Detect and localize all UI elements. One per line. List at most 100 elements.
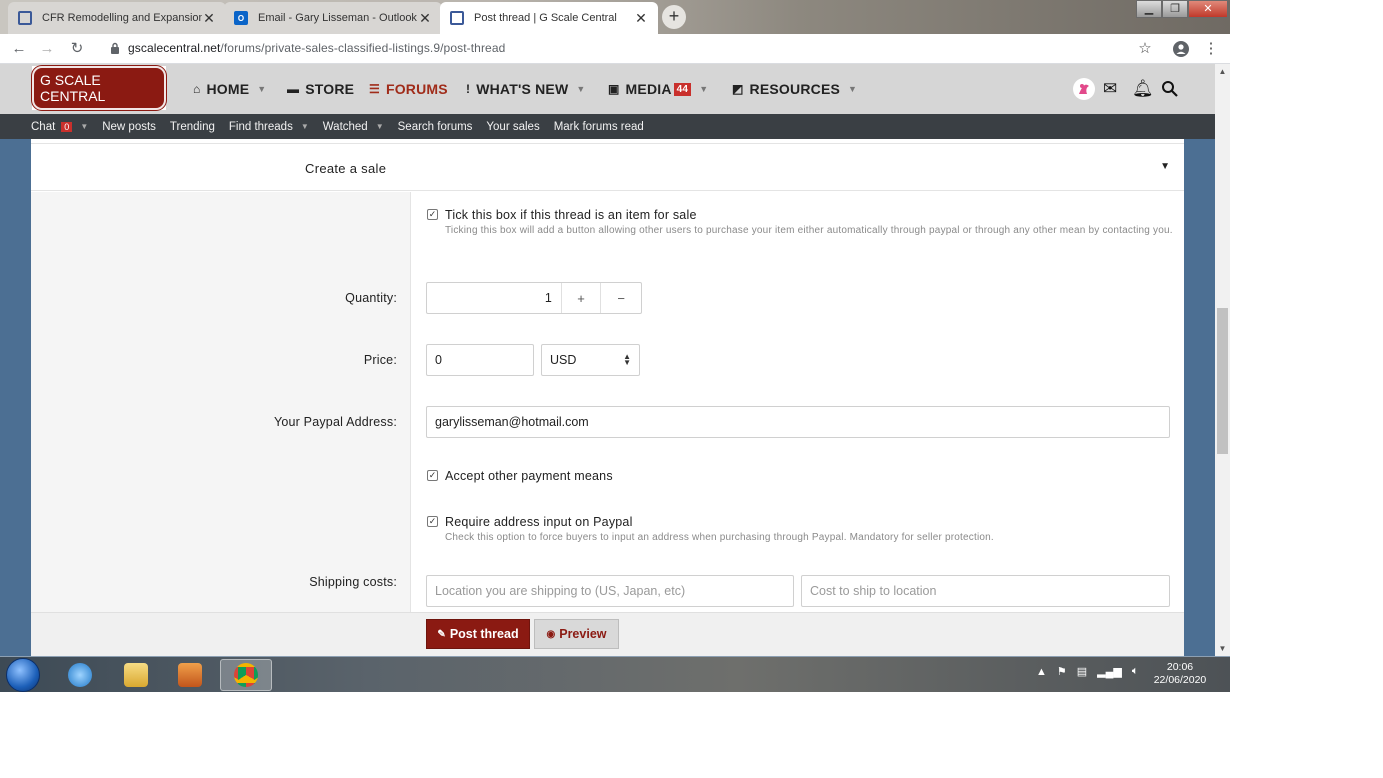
forum-comments-icon: ☰ <box>369 82 380 96</box>
tab-title: CFR Remodelling and Expansion <box>42 12 202 24</box>
network-adapter-icon[interactable]: ▤ <box>1077 665 1087 678</box>
quantity-input[interactable]: 1 <box>427 283 562 313</box>
envelope-icon[interactable]: ✉ <box>1103 79 1117 99</box>
nav-resources[interactable]: ◩ RESOURCES ▼ <box>732 81 857 97</box>
create-sale-section-header[interactable]: Create a sale ▼ <box>31 143 1184 191</box>
currency-select[interactable]: USD ▲ ▼ <box>541 344 640 376</box>
nav-media[interactable]: ▣ MEDIA 44 ▼ <box>608 81 708 97</box>
outlook-icon: O <box>234 11 248 25</box>
require-address-hint: Check this option to force buyers to inp… <box>445 532 994 543</box>
browser-toolbar: ← → ↻ gscalecentral.net/forums/private-s… <box>0 34 1230 64</box>
for-sale-label: Tick this box if this thread is an item … <box>445 208 697 222</box>
price-input[interactable]: 0 <box>426 344 534 376</box>
subnav-mark-forums-read[interactable]: Mark forums read <box>554 121 644 133</box>
chevron-down-icon: ▼ <box>257 84 267 94</box>
window-close-button[interactable]: ✕ <box>1188 0 1228 18</box>
post-thread-button[interactable]: ✎ Post thread <box>426 619 530 649</box>
shipping-location-input[interactable]: Location you are shipping to (US, Japan,… <box>426 575 794 607</box>
chat-count-badge: 0 <box>61 121 73 132</box>
system-tray: ▲ ⚑ ▤ ▂▄▆ 🔈︎ <box>1036 665 1139 678</box>
media-player-icon <box>178 663 202 687</box>
folder-icon: ▬ <box>287 82 300 96</box>
taskbar-internet-explorer[interactable] <box>54 659 106 691</box>
require-address-checkbox[interactable]: ✓ <box>427 516 438 527</box>
chevron-down-icon: ▼ <box>699 84 709 94</box>
image-icon: ▣ <box>608 82 620 96</box>
subnav-watched[interactable]: Watched ▼ <box>323 121 384 133</box>
sub-navigation: Chat 0 ▼ New posts Trending Find threads ▼ … <box>0 114 1215 139</box>
forward-arrow-icon[interactable]: → <box>38 40 56 58</box>
chrome-icon <box>234 663 258 687</box>
url-field[interactable]: gscalecentral.net/forums/private-sales-c… <box>128 41 505 55</box>
nav-store[interactable]: ▬ STORE <box>287 81 354 97</box>
taskbar-chrome[interactable] <box>220 659 272 691</box>
user-avatar[interactable] <box>1073 78 1095 100</box>
scrollbar-thumb[interactable] <box>1217 308 1228 454</box>
nav-home[interactable]: ⌂ HOME ▼ <box>193 81 266 97</box>
back-arrow-icon[interactable]: ← <box>10 40 28 58</box>
nav-whats-new[interactable]: ! WHAT'S NEW ▼ <box>466 81 585 97</box>
subnav-search-forums[interactable]: Search forums <box>398 121 473 133</box>
subnav-your-sales[interactable]: Your sales <box>486 121 539 133</box>
browser-tab-cfr[interactable]: CFR Remodelling and Expansion ✕ <box>8 2 226 34</box>
chevron-down-icon: ▼ <box>576 84 586 94</box>
price-label: Price: <box>363 353 397 367</box>
quantity-decrement-button[interactable]: − <box>601 283 641 313</box>
profile-avatar-icon[interactable] <box>1173 41 1189 57</box>
site-header: G SCALE CENTRAL ⌂ HOME ▼ ▬ STORE ☰ FORUMS ! W… <box>0 64 1215 114</box>
shipping-cost-input[interactable]: Cost to ship to location <box>801 575 1170 607</box>
bookmark-star-icon[interactable]: ☆ <box>1136 40 1154 58</box>
alert-comment-icon: ! <box>466 82 471 96</box>
minimize-button[interactable]: ▁ <box>1136 0 1162 18</box>
for-sale-checkbox[interactable]: ✓ <box>427 209 438 220</box>
browser-tab-post-thread[interactable]: Post thread | G Scale Central ✕ <box>440 2 658 34</box>
caret-down-icon[interactable]: ▼ <box>1160 161 1170 172</box>
new-tab-button[interactable]: + <box>662 5 686 29</box>
browser-tab-outlook[interactable]: O Email - Gary Lisseman - Outlook ✕ <box>224 2 442 34</box>
paypal-address-input[interactable]: garylisseman@hotmail.com <box>426 406 1170 438</box>
subnav-new-posts[interactable]: New posts <box>102 121 156 133</box>
taskbar-file-explorer[interactable] <box>110 659 162 691</box>
media-count-badge: 44 <box>673 82 692 96</box>
resources-icon: ◩ <box>732 82 744 96</box>
tab-title: Post thread | G Scale Central <box>474 12 617 24</box>
search-icon[interactable] <box>1161 80 1178 97</box>
start-button[interactable] <box>6 658 40 692</box>
tab-title: Email - Gary Lisseman - Outlook <box>258 12 417 24</box>
close-icon[interactable]: ✕ <box>634 10 648 27</box>
taskbar-clock[interactable]: 20:06 22/06/2020 <box>1150 661 1210 687</box>
preview-button[interactable]: ◉ Preview <box>534 619 619 649</box>
quantity-stepper: 1 + − <box>426 282 642 314</box>
close-icon[interactable]: ✕ <box>202 10 216 27</box>
taskbar-media-player[interactable] <box>164 659 216 691</box>
clock-date: 22/06/2020 <box>1153 674 1207 686</box>
desktop-screen: CFR Remodelling and Expansion ✕ O Email … <box>0 0 1230 692</box>
subnav-trending[interactable]: Trending <box>170 121 215 133</box>
form-actions-bar: ✎ Post thread ◉ Preview <box>31 612 1184 656</box>
scroll-up-icon[interactable]: ▲ <box>1215 64 1230 79</box>
action-center-flag-icon[interactable]: ⚑ <box>1057 665 1067 678</box>
require-address-label: Require address input on Paypal <box>445 515 633 529</box>
eye-icon: ◉ <box>546 628 556 640</box>
subnav-find-threads[interactable]: Find threads ▼ <box>229 121 309 133</box>
internet-explorer-icon <box>68 663 92 687</box>
nav-forums[interactable]: ☰ FORUMS <box>369 81 448 97</box>
close-icon[interactable]: ✕ <box>418 10 432 27</box>
bell-icon[interactable]: 🔔︎ <box>1132 79 1154 99</box>
accept-other-payment-checkbox[interactable]: ✓ <box>427 470 438 481</box>
quantity-increment-button[interactable]: + <box>562 283 602 313</box>
tray-expand-icon[interactable]: ▲ <box>1036 666 1047 678</box>
site-logo[interactable]: G SCALE CENTRAL <box>32 66 166 110</box>
lock-icon <box>111 42 119 54</box>
shipping-costs-label: Shipping costs: <box>309 575 397 589</box>
page-scrollbar[interactable]: ▲ ▼ <box>1215 64 1230 656</box>
maximize-button[interactable]: ❐ <box>1162 0 1188 18</box>
create-sale-form: Create a sale ▼ ✓ Tick this box if this … <box>31 139 1184 656</box>
subnav-chat[interactable]: Chat 0 ▼ <box>31 121 88 133</box>
browser-menu-icon[interactable]: ⋮ <box>1202 40 1220 58</box>
scroll-down-icon[interactable]: ▼ <box>1215 641 1230 656</box>
chevron-down-icon: ▼ <box>848 84 858 94</box>
reload-icon[interactable]: ↻ <box>68 40 86 58</box>
network-signal-icon[interactable]: ▂▄▆ <box>1097 665 1122 678</box>
volume-speaker-icon[interactable]: 🔈︎ <box>1132 665 1139 678</box>
